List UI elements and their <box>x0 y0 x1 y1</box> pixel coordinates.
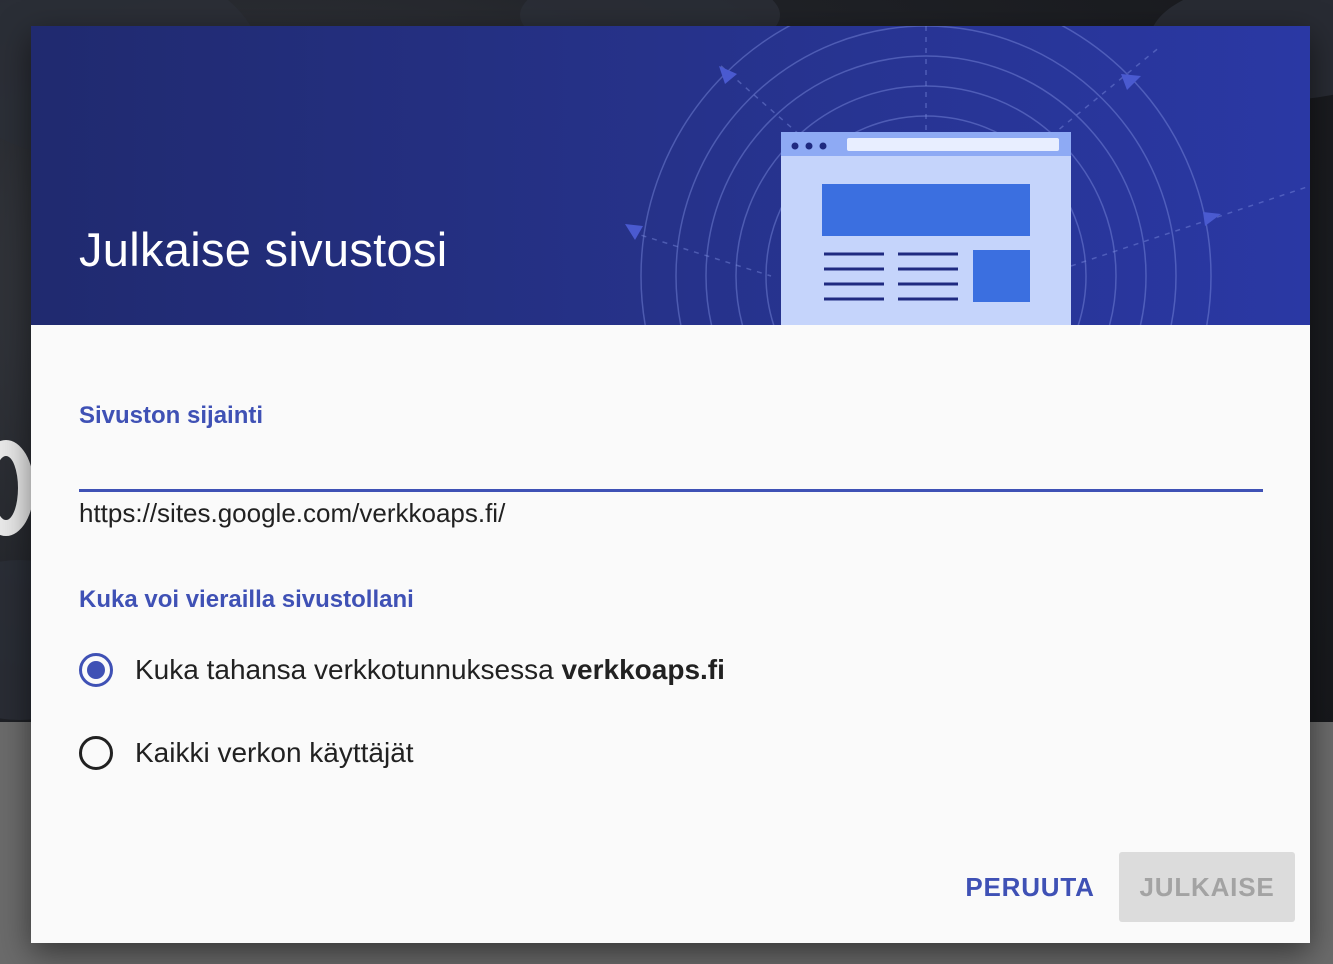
visibility-label: Kuka voi vierailla sivustollani <box>79 586 414 613</box>
radio-label-domain-text: Kuka tahansa verkkotunnuksessa <box>135 654 554 685</box>
cancel-button[interactable]: PERUUTA <box>949 852 1111 922</box>
publish-dialog: Julkaise sivustosi Sivuston sijainti htt… <box>31 26 1310 943</box>
site-location-label: Sivuston sijainti <box>79 402 264 429</box>
dialog-title: Julkaise sivustosi <box>79 223 448 276</box>
radio-label-domain: Kuka tahansa verkkotunnuksessa verkkoaps… <box>135 654 725 686</box>
url-field-underline <box>79 489 1263 492</box>
radio-checked-dot <box>87 661 105 679</box>
site-url-value: https://sites.google.com/verkkoaps.fi/ <box>79 498 506 528</box>
radio-button-domain[interactable] <box>79 653 113 687</box>
radio-label-public: Kaikki verkon käyttäjät <box>135 737 414 768</box>
dialog-header: Julkaise sivustosi <box>31 26 1310 325</box>
domain-name: verkkoaps.fi <box>561 654 725 685</box>
radio-option-public[interactable]: Kaikki verkon käyttäjät <box>79 733 414 773</box>
publish-button[interactable]: JULKAISE <box>1119 852 1295 922</box>
website-illustration <box>625 26 1310 325</box>
radio-button-public[interactable] <box>79 736 113 770</box>
radio-option-domain[interactable]: Kuka tahansa verkkotunnuksessa verkkoaps… <box>79 650 725 690</box>
background-glyph <box>0 440 34 536</box>
